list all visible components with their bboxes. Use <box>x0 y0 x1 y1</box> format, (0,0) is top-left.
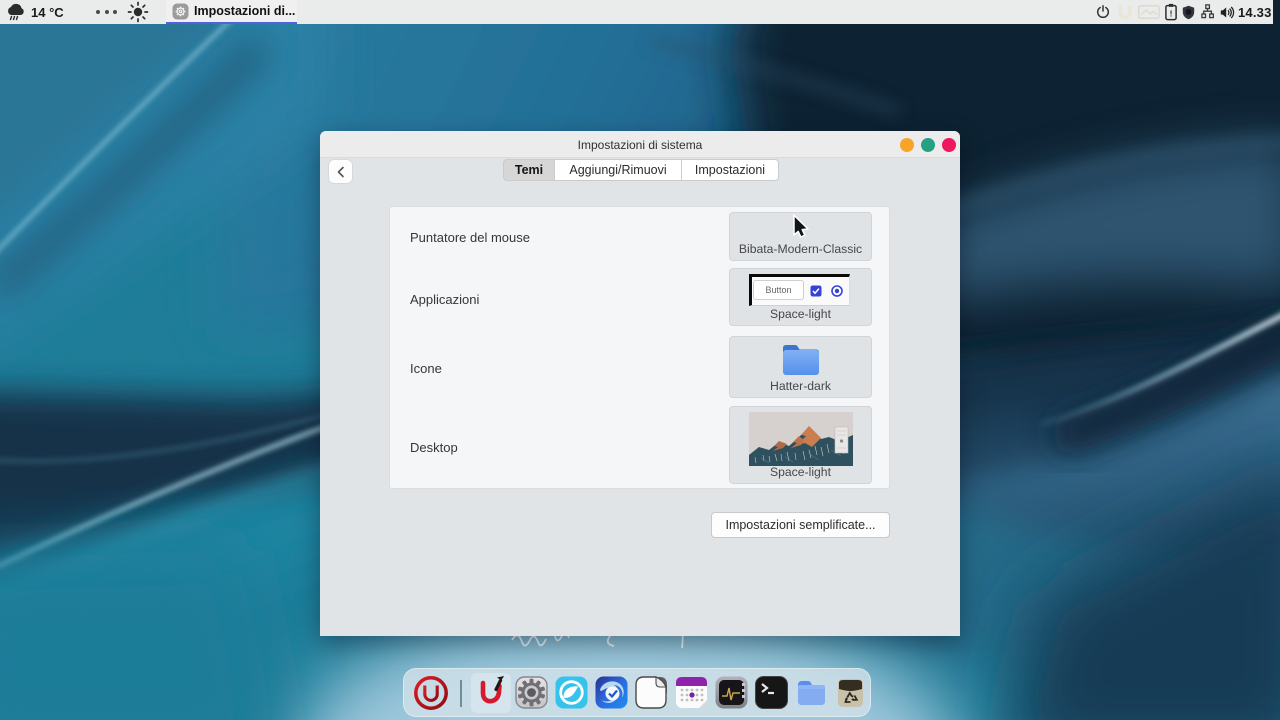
svg-text:!: ! <box>1170 9 1173 19</box>
